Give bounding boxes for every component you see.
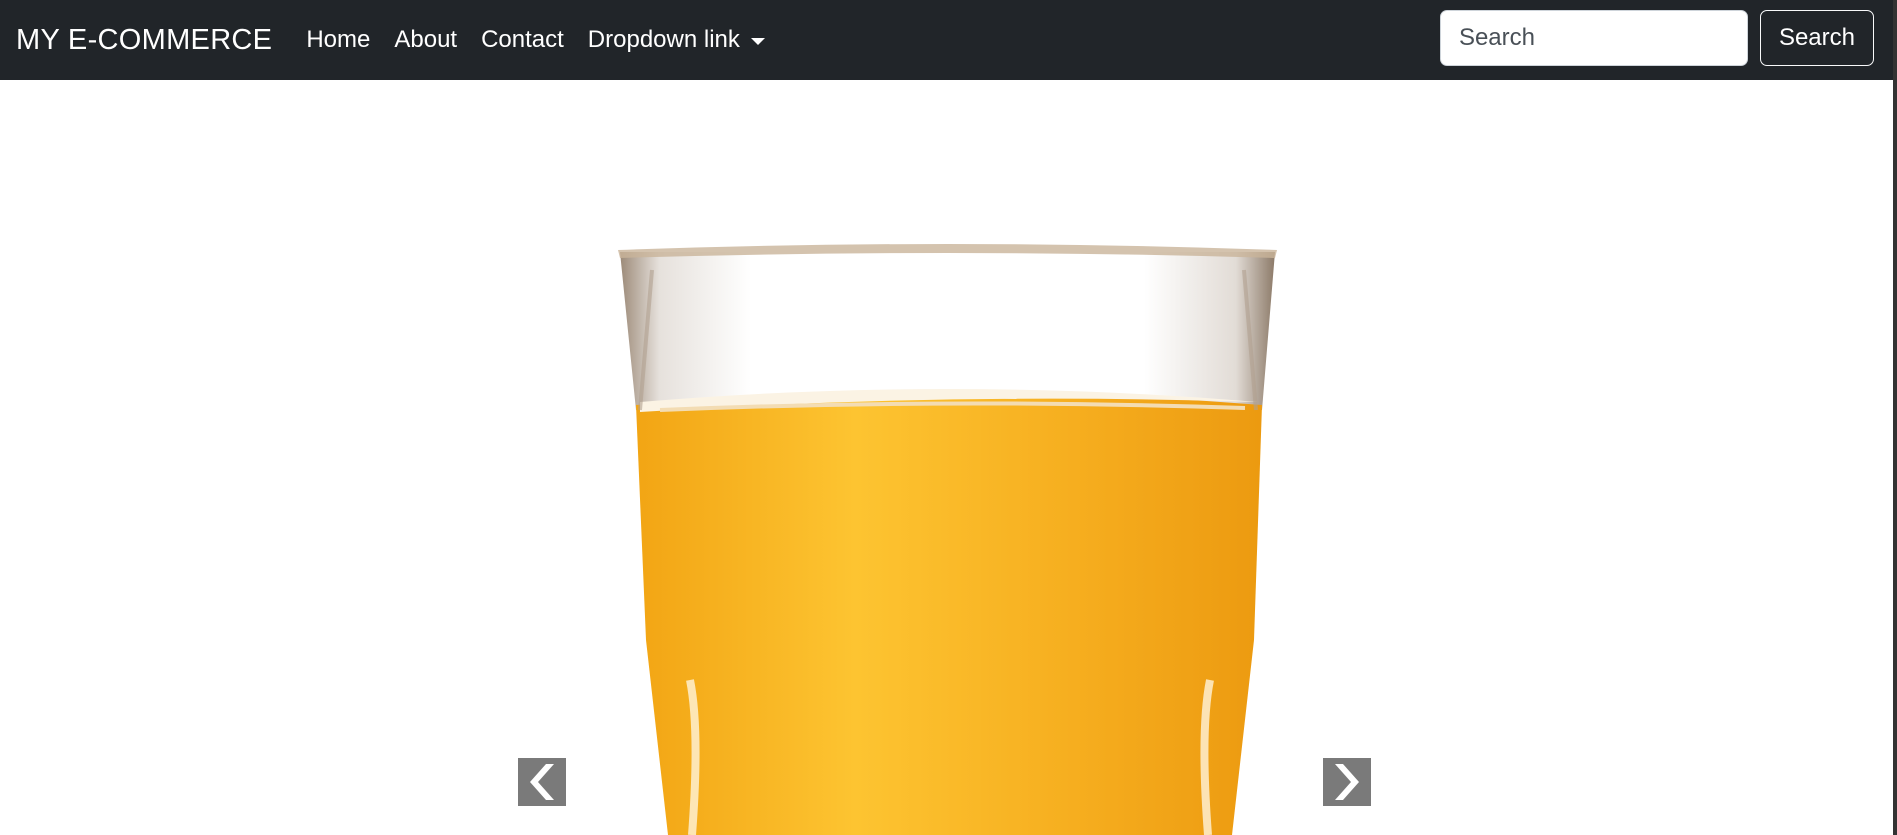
search-button[interactable]: Search: [1759, 10, 1874, 66]
search-input[interactable]: [1439, 10, 1748, 66]
chevron-left-icon: [530, 764, 554, 800]
nav-link-about[interactable]: About: [394, 26, 457, 54]
orange-juice-glass-image: [618, 244, 1277, 835]
nav-link-contact[interactable]: Contact: [481, 26, 564, 54]
dropdown-toggle[interactable]: Dropdown link: [588, 26, 765, 54]
search-form: Search: [1439, 10, 1874, 66]
chevron-right-icon: [1335, 764, 1359, 800]
dropdown-label: Dropdown link: [587, 26, 740, 53]
carousel-next-button[interactable]: [1323, 758, 1371, 806]
carousel-prev-button[interactable]: [518, 758, 566, 806]
brand-link[interactable]: MY E-COMMERCE: [16, 24, 272, 57]
carousel: [0, 80, 1893, 835]
caret-down-icon: [750, 37, 765, 45]
nav-link-home[interactable]: Home: [306, 26, 370, 54]
scrollbar[interactable]: [1893, 0, 1897, 835]
nav-links: Home About Contact Dropdown link: [306, 26, 789, 54]
